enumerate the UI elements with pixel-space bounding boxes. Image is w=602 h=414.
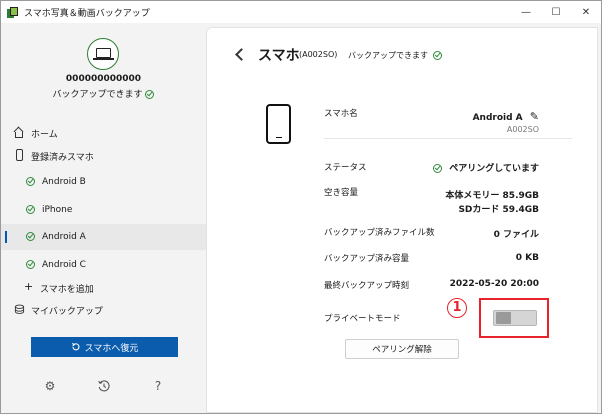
phone-name-value: Android A ✎ [473,110,539,123]
free-space-label: 空き容量 [324,188,359,198]
sidebar-item-my-backup[interactable]: マイバックアップ [1,297,206,323]
check-circle-icon [145,90,155,99]
plus-icon: + [24,280,34,293]
toggle-knob[interactable] [496,312,511,324]
selection-indicator [5,231,7,243]
close-button[interactable]: ✕ [571,1,601,23]
callout-number-badge: 1 [447,298,467,318]
edit-pencil-icon[interactable]: ✎ [530,110,539,123]
sidebar-item-phone-selected[interactable]: Android A [1,224,206,250]
page-backup-status: バックアップできます [348,50,442,61]
settings-icon[interactable]: ⚙ [43,379,57,393]
restore-icon [71,342,80,351]
check-circle-icon [26,177,35,186]
minimize-button[interactable]: — [511,1,541,23]
history-icon[interactable] [97,379,111,393]
sidebar-item-label: ホーム [31,129,58,140]
sidebar: 000000000000 バックアップできます ホーム 登録済みスマホ Andr… [1,23,206,413]
check-circle-icon [433,164,443,173]
sidebar-backup-status-text: バックアップできます [52,90,143,100]
status-label: ステータス [324,163,367,173]
sidebar-item-phone[interactable]: Android B [1,169,206,195]
history-clock-icon [98,380,110,392]
status-value: ペアリングしています [433,161,539,174]
page-title: スマホ [258,48,300,64]
phone-icon [16,149,23,161]
restore-button-label: スマホへ復元 [84,343,139,354]
last-backup-value: 2022-05-20 20:00 [449,279,539,289]
private-mode-label: プライベートモード [324,314,401,324]
unpair-button[interactable]: ペアリング解除 [345,339,459,359]
laptop-icon [87,38,119,70]
restore-to-phone-button[interactable]: スマホへ復元 [31,337,178,357]
sidebar-item-label: Android C [42,260,86,270]
page-model: (A002SO) [299,50,338,59]
sidebar-item-label: Android B [42,177,86,187]
sidebar-item-label: マイバックアップ [31,306,103,317]
window-title: スマホ写真＆動画バックアップ [24,8,150,19]
sidebar-item-phone[interactable]: iPhone [1,197,206,223]
title-bar: スマホ写真＆動画バックアップ — ☐ ✕ [1,1,601,23]
backed-up-files-label: バックアップ済みファイル数 [324,228,435,238]
divider [324,138,572,139]
status-value-text: ペアリングしています [449,164,539,174]
app-window: スマホ写真＆動画バックアップ — ☐ ✕ 000000000000 バックアップ… [0,0,602,414]
free-memory-value: 本体メモリー 85.9GB [445,191,539,201]
private-mode-toggle[interactable] [493,310,537,326]
phone-name-label: スマホ名 [324,109,358,119]
sidebar-item-label: Android A [42,232,86,242]
backed-up-files-value: 0 ファイル [493,230,539,240]
app-logo-icon [7,6,18,18]
sidebar-item-label: 登録済みスマホ [31,152,94,163]
sidebar-item-label: スマホを追加 [40,284,94,295]
home-icon [13,126,24,138]
sidebar-backup-status: バックアップできます [1,87,206,100]
sidebar-item-registered-phones[interactable]: 登録済みスマホ [1,143,206,169]
device-detail-panel: スマホ (A002SO) バックアップできます スマホ名 Android A ✎… [206,27,598,413]
device-id: 000000000000 [65,74,142,84]
check-circle-icon [26,232,35,241]
window-controls: — ☐ ✕ [511,1,601,23]
page-backup-status-text: バックアップできます [348,51,428,60]
highlight-box [479,298,549,338]
backed-up-size-value: 0 KB [515,253,539,263]
backed-up-size-label: バックアップ済み容量 [324,254,410,264]
last-backup-label: 最終バックアップ時刻 [324,281,410,291]
help-icon[interactable]: ? [151,379,165,393]
check-circle-icon [26,260,35,269]
phone-name-text: Android A [472,113,523,123]
back-chevron-icon[interactable] [235,48,248,61]
phone-model-sub: A002SO [506,125,539,134]
sidebar-item-label: iPhone [42,205,73,215]
check-circle-icon [432,51,442,60]
backup-icon [14,304,25,314]
check-circle-icon [26,205,35,214]
maximize-button[interactable]: ☐ [541,1,571,23]
smartphone-icon [266,104,291,144]
free-sd-value: SDカード 59.4GB [458,205,539,215]
